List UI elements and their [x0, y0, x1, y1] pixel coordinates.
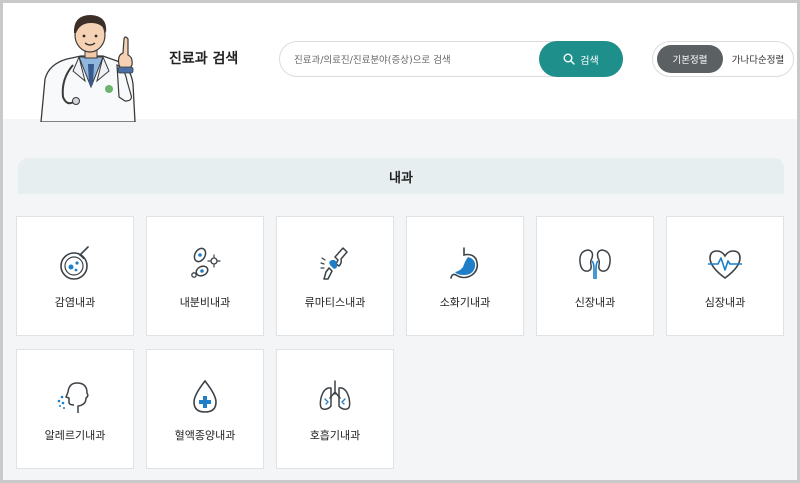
search-icon: [563, 53, 575, 65]
department-card-nephrology[interactable]: 신장내과: [536, 216, 654, 336]
department-label: 알레르기내과: [44, 429, 106, 442]
department-card-hematology-oncology[interactable]: 혈액종양내과: [146, 349, 264, 469]
joint-icon: [320, 247, 348, 280]
page-title: 진료과 검색: [169, 51, 239, 67]
doctor-illustration-icon: [40, 15, 136, 122]
department-card-gastro[interactable]: 소화기내과: [406, 216, 524, 336]
header: 진료과 검색 검색 기본정렬 가나다순정렬: [3, 3, 797, 122]
department-label: 신장내과: [574, 296, 616, 309]
department-label: 혈액종양내과: [174, 429, 236, 442]
department-card-endocrine[interactable]: 내분비내과: [146, 216, 264, 336]
stomach-icon: [450, 247, 479, 279]
sort-toggle: 기본정렬 가나다순정렬: [652, 41, 794, 77]
department-card-cardiology[interactable]: 심장내과: [666, 216, 784, 336]
section-title: 내과: [18, 158, 784, 194]
department-label: 내분비내과: [179, 296, 231, 309]
department-label: 심장내과: [704, 296, 746, 309]
search-button[interactable]: 검색: [539, 41, 623, 77]
search-button-label: 검색: [580, 55, 599, 67]
kidney-icon: [579, 249, 611, 279]
department-card-pulmonology[interactable]: 호흡기내과: [276, 349, 394, 469]
department-card-infectious[interactable]: 감염내과: [16, 216, 134, 336]
sneeze-icon: [57, 382, 89, 413]
department-label: 류마티스내과: [304, 296, 366, 309]
department-label: 호흡기내과: [309, 429, 361, 442]
cells-icon: [191, 247, 221, 278]
sort-default-button[interactable]: 기본정렬: [657, 45, 723, 73]
search-box: 검색: [279, 41, 623, 77]
department-card-allergy[interactable]: 알레르기내과: [16, 349, 134, 469]
petri-dish-icon: [60, 246, 89, 280]
blood-drop-icon: [193, 379, 217, 413]
department-label: 감염내과: [54, 296, 96, 309]
lungs-icon: [319, 380, 351, 410]
heart-pulse-icon: [708, 250, 742, 279]
search-input[interactable]: [294, 50, 534, 70]
department-label: 소화기내과: [439, 296, 491, 309]
department-card-rheumatology[interactable]: 류마티스내과: [276, 216, 394, 336]
sort-alphabetical-button[interactable]: 가나다순정렬: [725, 45, 791, 73]
